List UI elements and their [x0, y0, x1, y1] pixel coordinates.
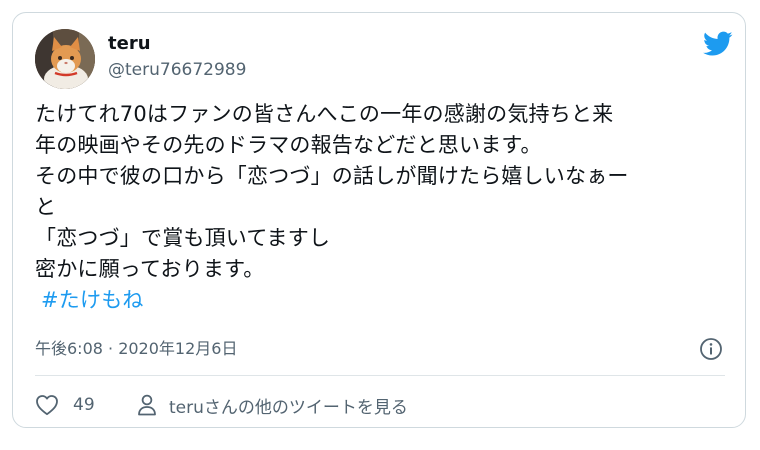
heart-icon [35, 394, 59, 416]
tweet-timestamp[interactable]: 午後6:08 · 2020年12月6日 [35, 338, 237, 360]
hashtag-link[interactable]: #たけもね [35, 288, 144, 312]
tweet-line: と [35, 195, 57, 219]
more-tweets-label: teruさんの他のツイートを見る [169, 397, 408, 418]
tweet-line: 密かに願っております。 [35, 257, 265, 281]
avatar[interactable] [35, 29, 95, 89]
tweet-line: その中で彼の口から「恋つづ」の話しが聞けたら嬉しいなぁー [35, 164, 629, 188]
tweet-line: 年の映画やその先のドラマの報告などだと思います。 [35, 133, 542, 157]
person-icon [137, 393, 157, 417]
user-handle[interactable]: @teru76672989 [108, 59, 246, 81]
tweet-line: 「恋つづ」で賞も頂いてますし [35, 226, 331, 250]
like-button[interactable]: 49 [35, 392, 95, 418]
more-tweets-link[interactable]: teruさんの他のツイートを見る [137, 392, 408, 418]
info-icon[interactable] [699, 337, 723, 361]
like-count: 49 [73, 395, 95, 415]
twitter-bird-icon[interactable] [703, 31, 733, 57]
avatar-cat-photo [35, 29, 95, 89]
tweet-card: teru @teru76672989 たけてれ70はファンの皆さんへこの一年の感… [12, 12, 746, 428]
tweet-line: たけてれ70はファンの皆さんへこの一年の感謝の気持ちと来 [35, 102, 614, 126]
tweet-text: たけてれ70はファンの皆さんへこの一年の感謝の気持ちと来 年の映画やその先のドラ… [35, 99, 725, 316]
divider [35, 375, 725, 376]
display-name[interactable]: teru [108, 33, 151, 55]
